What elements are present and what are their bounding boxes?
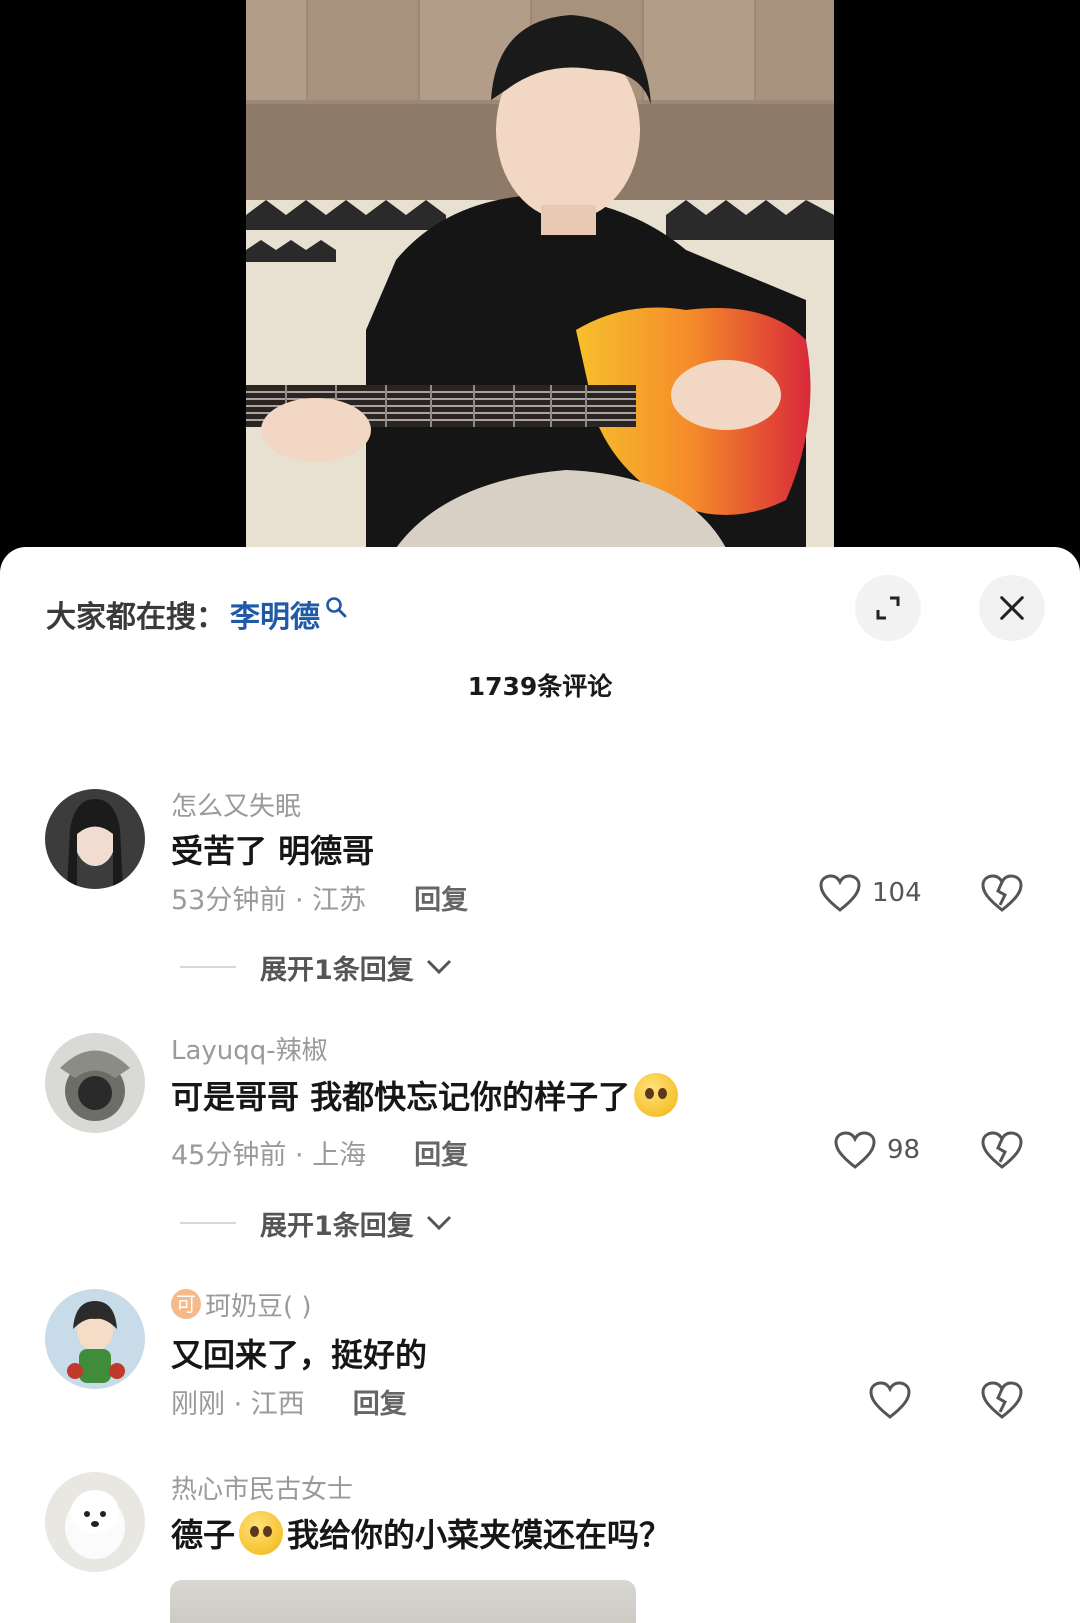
close-icon: [1000, 596, 1024, 620]
avatar[interactable]: [45, 1472, 145, 1572]
expand-replies-button[interactable]: 展开1条回复: [180, 947, 454, 987]
comment-username[interactable]: 可 珂奶豆( ): [171, 1286, 312, 1322]
like-count: 104: [872, 878, 922, 908]
dislike-button[interactable]: [980, 873, 1024, 917]
comment-time-location: 53分钟前 · 江苏: [171, 884, 367, 916]
comment-text-part-a: 德子: [171, 1516, 236, 1554]
avatar[interactable]: [45, 1033, 145, 1133]
video-thumbnail: [246, 0, 834, 548]
comment-text: 德子 我给你的小菜夹馍还在吗？: [171, 1508, 671, 1558]
comment-text-part-b: 我给你的小菜夹馍还在吗？: [287, 1516, 672, 1554]
dislike-button[interactable]: [980, 1130, 1024, 1174]
page: 大家都在搜： 李明德 1739条评论 怎么又失眠 受苦了 明德哥 53分钟前 ·…: [0, 0, 1080, 1623]
comment-meta: 刚刚 · 江西 回复: [171, 1381, 407, 1421]
broken-heart-icon: [981, 1131, 1023, 1169]
video-player[interactable]: [0, 0, 1080, 560]
comment-time-location: 刚刚 · 江西: [171, 1388, 305, 1420]
expand-replies-label: 展开1条回复: [260, 954, 414, 986]
comment-time-location: 45分钟前 · 上海: [171, 1139, 367, 1171]
broken-heart-icon: [981, 1381, 1023, 1419]
dislike-button[interactable]: [980, 1380, 1024, 1424]
search-icon[interactable]: [324, 592, 348, 618]
comment-username[interactable]: Layuqq-辣椒: [171, 1030, 328, 1066]
comment-username-text: 珂奶豆( ): [205, 1291, 312, 1322]
heart-icon: [834, 1131, 876, 1169]
reply-button[interactable]: 回复: [353, 1382, 407, 1421]
pleading-face-emoji-icon: [634, 1073, 679, 1117]
comment-text-content: 可是哥哥 我都快忘记你的样子了: [171, 1078, 631, 1116]
comment-count: 1739条评论: [467, 672, 613, 701]
expand-replies-button[interactable]: 展开1条回复: [180, 1203, 454, 1243]
avatar[interactable]: [45, 789, 145, 889]
comment-text: 又回来了，挺好的: [171, 1336, 428, 1374]
comment-username[interactable]: 热心市民古女士: [171, 1469, 353, 1505]
comment-text: 可是哥哥 我都快忘记你的样子了: [171, 1070, 679, 1120]
trending-search-prefix: 大家都在搜：: [46, 600, 226, 635]
comment-meta: 53分钟前 · 江苏 回复: [171, 877, 468, 917]
trending-search-keyword[interactable]: 李明德: [230, 592, 320, 636]
divider-line: [180, 1222, 236, 1224]
reply-button[interactable]: 回复: [414, 878, 468, 917]
video-frame[interactable]: [246, 0, 834, 548]
divider-line: [180, 966, 236, 968]
heart-icon: [819, 874, 861, 912]
broken-heart-icon: [981, 874, 1023, 912]
comment-meta: 45分钟前 · 上海 回复: [171, 1132, 468, 1172]
heart-icon: [869, 1381, 911, 1419]
like-button[interactable]: [868, 1380, 912, 1420]
chevron-down-icon: [426, 959, 451, 975]
chevron-down-icon: [426, 1215, 451, 1231]
trending-search[interactable]: 大家都在搜： 李明德: [46, 589, 348, 639]
reply-button[interactable]: 回复: [414, 1133, 468, 1172]
expand-button[interactable]: [855, 575, 921, 641]
avatar[interactable]: [45, 1289, 145, 1389]
close-button[interactable]: [979, 575, 1045, 641]
comment-image-attachment[interactable]: [170, 1580, 636, 1623]
flushed-face-emoji-icon: [239, 1511, 284, 1555]
like-button[interactable]: 98: [833, 1130, 920, 1170]
comment-username[interactable]: 怎么又失眠: [171, 786, 301, 822]
comment-text: 受苦了 明德哥: [171, 832, 375, 870]
expand-replies-label: 展开1条回复: [260, 1210, 414, 1242]
like-count: 98: [887, 1135, 921, 1165]
like-button[interactable]: 104: [818, 873, 922, 913]
expand-icon: [876, 596, 900, 620]
user-badge-icon: 可: [171, 1289, 201, 1319]
